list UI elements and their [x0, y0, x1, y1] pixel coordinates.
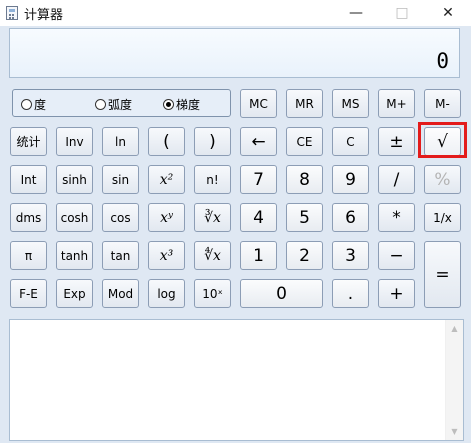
ms-button[interactable]: MS — [332, 89, 369, 118]
y-root-x-button[interactable]: ∛x — [194, 203, 231, 232]
radio-radian[interactable]: 弧度 — [95, 96, 132, 113]
result-display: 0 — [9, 28, 460, 78]
log-button[interactable]: log — [148, 279, 185, 308]
add-button[interactable]: + — [378, 279, 415, 308]
radio-degree-label: 度 — [34, 98, 47, 112]
window-title: 计算器 — [24, 8, 64, 23]
radio-radian-dot — [95, 99, 106, 110]
m-plus-button[interactable]: M+ — [378, 89, 415, 118]
scroll-up-icon[interactable]: ▲ — [446, 320, 463, 337]
digit-5-button[interactable]: 5 — [286, 203, 323, 232]
calculator-app-icon — [6, 6, 18, 20]
history-panel: ▲ ▼ — [9, 319, 464, 441]
plus-minus-button[interactable]: ± — [378, 127, 415, 156]
decimal-button[interactable]: . — [332, 279, 369, 308]
title-bar: 计算器 — □ ✕ — [0, 0, 471, 26]
minimize-button[interactable]: — — [333, 0, 379, 26]
backspace-button[interactable]: ← — [240, 127, 277, 156]
x-cubed-button[interactable]: x³ — [148, 241, 185, 270]
digit-9-button[interactable]: 9 — [332, 165, 369, 194]
cos-button[interactable]: cos — [102, 203, 139, 232]
mr-button[interactable]: MR — [286, 89, 323, 118]
close-button[interactable]: ✕ — [425, 0, 471, 26]
ln-button[interactable]: ln — [102, 127, 139, 156]
digit-3-button[interactable]: 3 — [332, 241, 369, 270]
statistics-button[interactable]: 统计 — [10, 127, 47, 156]
digit-0-button[interactable]: 0 — [240, 279, 323, 308]
digit-7-button[interactable]: 7 — [240, 165, 277, 194]
ce-button[interactable]: CE — [286, 127, 323, 156]
tan-button[interactable]: tan — [102, 241, 139, 270]
percent-button[interactable]: % — [424, 165, 461, 194]
scroll-down-icon[interactable]: ▼ — [446, 423, 463, 440]
multiply-button[interactable]: * — [378, 203, 415, 232]
x-power-y-button[interactable]: xʸ — [148, 203, 185, 232]
sin-button[interactable]: sin — [102, 165, 139, 194]
x-squared-button[interactable]: x² — [148, 165, 185, 194]
close-icon: ✕ — [442, 5, 454, 21]
dms-button[interactable]: dms — [10, 203, 47, 232]
clear-button[interactable]: C — [332, 127, 369, 156]
radio-degree[interactable]: 度 — [21, 96, 46, 113]
digit-6-button[interactable]: 6 — [332, 203, 369, 232]
radio-gradian[interactable]: 梯度 — [163, 96, 200, 113]
digit-4-button[interactable]: 4 — [240, 203, 277, 232]
factorial-button[interactable]: n! — [194, 165, 231, 194]
ten-power-x-button[interactable]: 10ˣ — [194, 279, 231, 308]
radio-radian-label: 弧度 — [108, 98, 133, 112]
subtract-button[interactable]: − — [378, 241, 415, 270]
digit-2-button[interactable]: 2 — [286, 241, 323, 270]
m-minus-button[interactable]: M- — [424, 89, 461, 118]
angle-mode-group: 度 弧度 梯度 — [12, 89, 231, 117]
display-value: 0 — [436, 49, 449, 73]
mc-button[interactable]: MC — [240, 89, 277, 118]
open-paren-button[interactable]: ( — [148, 127, 185, 156]
minimize-icon: — — [349, 5, 363, 21]
sinh-button[interactable]: sinh — [56, 165, 93, 194]
int-button[interactable]: Int — [10, 165, 47, 194]
highlight-box — [418, 122, 467, 158]
history-scrollbar[interactable]: ▲ ▼ — [445, 320, 463, 440]
reciprocal-button[interactable]: 1/x — [424, 203, 461, 232]
inv-button[interactable]: Inv — [56, 127, 93, 156]
equals-button[interactable]: = — [424, 241, 461, 308]
cube-root-button[interactable]: ∜x — [194, 241, 231, 270]
mod-button[interactable]: Mod — [102, 279, 139, 308]
radio-degree-dot — [21, 99, 32, 110]
maximize-button[interactable]: □ — [379, 0, 425, 26]
digit-8-button[interactable]: 8 — [286, 165, 323, 194]
exp-button[interactable]: Exp — [56, 279, 93, 308]
pi-button[interactable]: π — [10, 241, 47, 270]
cosh-button[interactable]: cosh — [56, 203, 93, 232]
close-paren-button[interactable]: ) — [194, 127, 231, 156]
divide-button[interactable]: / — [378, 165, 415, 194]
digit-1-button[interactable]: 1 — [240, 241, 277, 270]
radio-gradian-dot — [163, 99, 174, 110]
f-e-button[interactable]: F-E — [10, 279, 47, 308]
maximize-icon: □ — [395, 5, 409, 21]
radio-gradian-label: 梯度 — [176, 98, 201, 112]
tanh-button[interactable]: tanh — [56, 241, 93, 270]
